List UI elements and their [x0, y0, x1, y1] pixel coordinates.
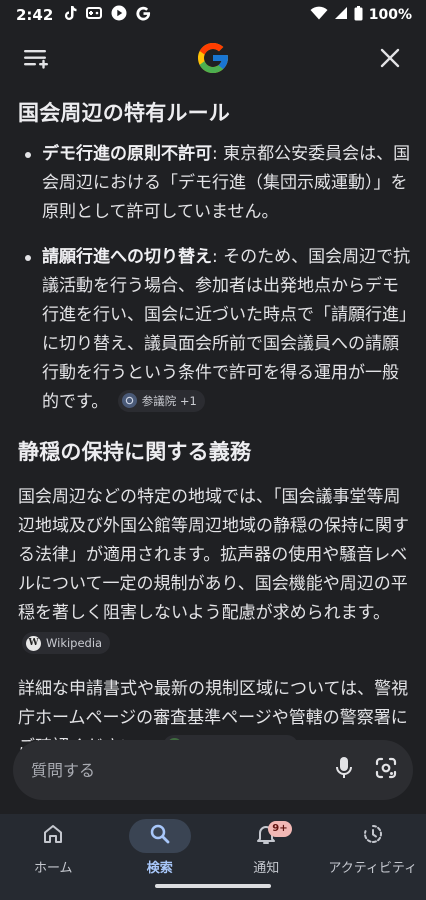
page: 2:42 100% 国会周辺の特有ルール デモ行進の原則不許可: 東京都公安委員…	[0, 0, 426, 900]
rule-text: : そのため、国会周辺で抗議活動を行う場合、参加者は出発地点からデモ行進を行い、…	[42, 247, 411, 412]
list-item: 請願行進への切り替え: そのため、国会周辺で抗議活動を行う場合、参加者は出発地点…	[25, 243, 412, 417]
ask-bar	[13, 740, 413, 800]
source-chip-label: Wikipedia	[46, 636, 103, 650]
history-menu-button[interactable]	[20, 44, 52, 76]
notification-badge: 9+	[268, 821, 292, 837]
section-heading-special-rules: 国会周辺の特有ルール	[18, 101, 230, 125]
gesture-home-indicator[interactable]	[155, 884, 271, 888]
nav-label: ホーム	[33, 861, 73, 876]
rules-list: デモ行進の原則不許可: 東京都公安委員会は、国会周辺における「デモ行進（集団示威…	[18, 140, 412, 417]
sangiin-logo-icon	[121, 393, 137, 408]
nav-icon-container	[22, 819, 84, 853]
source-chip-wikipedia[interactable]: W Wikipedia	[22, 632, 111, 654]
source-chip-sangiin[interactable]: 参議院 +1	[117, 389, 205, 412]
google-g-icon	[136, 6, 151, 25]
rule-title: デモ行進の原則不許可	[42, 144, 212, 164]
source-chip-label: 参議院 +1	[141, 393, 197, 408]
ask-input[interactable]	[31, 760, 335, 780]
wifi-icon	[310, 6, 328, 24]
nav-items: ホーム 検索 9+ 通知 アクティビティ	[0, 814, 426, 884]
nav-item-notifications[interactable]: 9+ 通知	[213, 814, 320, 884]
top-app-bar	[0, 38, 426, 82]
tiktok-icon	[63, 5, 77, 25]
ask-actions	[335, 756, 397, 784]
answer-content: 国会周辺の特有ルール デモ行進の原則不許可: 東京都公安委員会は、国会周辺におけ…	[18, 96, 412, 780]
nav-label: 通知	[253, 861, 280, 876]
youtube-icon	[111, 5, 127, 25]
quiet-paragraph-text: 国会周辺などの特定の地域では、「国会議事堂等周辺地域及び外国公館等周辺地域の静穏…	[18, 487, 409, 623]
section-heading-quiet: 静穏の保持に関する義務	[18, 440, 252, 464]
search-icon	[149, 823, 171, 849]
lens-button[interactable]	[375, 757, 397, 783]
system-icons: 100%	[310, 5, 412, 25]
microphone-icon	[335, 757, 353, 784]
notification-icons	[63, 5, 151, 25]
battery-icon	[354, 5, 363, 25]
status-time: 2:42	[16, 6, 54, 24]
close-icon	[380, 48, 400, 72]
home-icon	[42, 823, 64, 849]
rule-title: 請願行進への切り替え	[42, 247, 212, 267]
nav-icon-container	[128, 819, 191, 853]
wikipedia-icon: W	[26, 635, 41, 651]
bottom-navigation: ホーム 検索 9+ 通知 アクティビティ	[0, 814, 426, 900]
nav-item-home[interactable]: ホーム	[0, 814, 107, 884]
battery-percent: 100%	[368, 7, 412, 23]
status-bar: 2:42 100%	[0, 0, 426, 30]
microphone-button[interactable]	[335, 756, 353, 784]
google-lens-icon	[375, 757, 397, 783]
nav-item-search[interactable]: 検索	[107, 814, 214, 884]
playlist-menu-icon	[23, 47, 49, 73]
activity-icon	[362, 823, 384, 849]
quiet-paragraph: 国会周辺などの特定の地域では、「国会議事堂等周辺地域及び外国公館等周辺地域の静穏…	[18, 483, 412, 657]
nav-label: 検索	[146, 861, 173, 876]
list-item: デモ行進の原則不許可: 東京都公安委員会は、国会周辺における「デモ行進（集団示威…	[25, 140, 412, 227]
google-logo	[195, 40, 231, 80]
nav-icon-container	[342, 819, 404, 853]
nav-item-activity[interactable]: アクティビティ	[320, 814, 426, 884]
close-button[interactable]	[374, 44, 406, 76]
gamepad-icon	[86, 6, 103, 24]
nav-icon-container: 9+	[235, 819, 297, 853]
signal-icon	[334, 6, 348, 24]
nav-label: アクティビティ	[328, 861, 418, 876]
